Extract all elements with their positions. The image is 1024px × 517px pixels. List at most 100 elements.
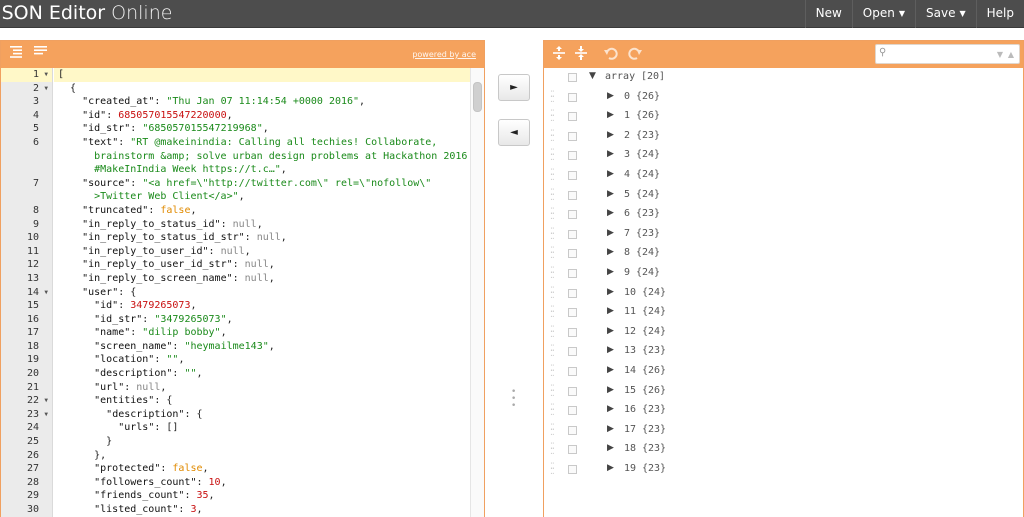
expand-icon[interactable]: ▶ <box>607 443 614 453</box>
expand-icon[interactable]: ▶ <box>607 404 614 414</box>
tree-row[interactable]: ⁚⁚ ⁚⁚ ▶ 3 {24} <box>544 146 1023 166</box>
tree-row[interactable]: ⁚⁚ ⁚⁚ ▶ 19 {23} <box>544 460 1023 480</box>
expand-icon[interactable]: ▶ <box>607 345 614 355</box>
drag-handle-icon[interactable]: ⁚⁚ ⁚⁚ <box>550 208 555 222</box>
context-menu-button[interactable] <box>568 229 577 239</box>
drag-handle-icon[interactable]: ⁚⁚ ⁚⁚ <box>550 384 555 398</box>
undo-icon[interactable] <box>603 46 619 62</box>
drag-handle-icon[interactable]: ⁚⁚ ⁚⁚ <box>550 364 555 378</box>
context-menu-button[interactable] <box>568 406 577 416</box>
compact-icon[interactable] <box>33 46 49 62</box>
drag-handle-icon[interactable]: ⁚⁚ ⁚⁚ <box>550 168 555 182</box>
context-menu-button[interactable] <box>568 190 577 200</box>
fold-toggle-icon[interactable]: ▼ <box>44 82 48 96</box>
save-menu-button[interactable]: Save ▼ <box>915 0 976 28</box>
copy-to-right-button[interactable]: ► <box>498 74 530 101</box>
expand-icon[interactable]: ▶ <box>607 91 614 101</box>
expand-icon[interactable]: ▶ <box>607 228 614 238</box>
fold-toggle-icon[interactable]: ▼ <box>44 286 48 300</box>
context-menu-button[interactable] <box>568 327 577 337</box>
context-menu-button[interactable] <box>568 366 577 376</box>
context-menu-button[interactable] <box>568 445 577 455</box>
tree-row[interactable]: ⁚⁚ ⁚⁚ ▶ 17 {23} <box>544 421 1023 441</box>
drag-handle-icon[interactable]: ⁚⁚ ⁚⁚ <box>550 462 555 476</box>
search-previous-icon[interactable]: ▲ <box>1008 50 1014 59</box>
expand-icon[interactable]: ▶ <box>607 110 614 120</box>
expand-icon[interactable]: ▶ <box>607 463 614 473</box>
powered-by-ace-link[interactable]: powered by ace <box>412 50 476 59</box>
drag-handle-icon[interactable]: ⁚⁚ ⁚⁚ <box>550 110 555 124</box>
context-menu-button[interactable] <box>568 131 577 141</box>
expand-icon[interactable]: ▶ <box>607 306 614 316</box>
tree-row[interactable]: ⁚⁚ ⁚⁚ ▶ 12 {24} <box>544 323 1023 343</box>
tree-row[interactable]: ⁚⁚ ⁚⁚ ▶ 6 {23} <box>544 205 1023 225</box>
tree-row[interactable]: ⁚⁚ ⁚⁚ ▶ 18 {23} <box>544 440 1023 460</box>
drag-handle-icon[interactable]: ⁚⁚ ⁚⁚ <box>550 443 555 457</box>
expand-icon[interactable]: ▶ <box>607 169 614 179</box>
expand-icon[interactable]: ▶ <box>607 208 614 218</box>
tree-row[interactable]: ⁚⁚ ⁚⁚ ▶ 16 {23} <box>544 401 1023 421</box>
tree-root-row[interactable]: ▼ array [20] <box>544 68 1023 88</box>
context-menu-button[interactable] <box>568 92 577 102</box>
drag-handle-icon[interactable]: ⁚⁚ ⁚⁚ <box>550 423 555 437</box>
context-menu-button[interactable] <box>568 425 577 435</box>
drag-handle-icon[interactable]: ⁚⁚ ⁚⁚ <box>550 345 555 359</box>
drag-handle-icon[interactable]: ⁚⁚ ⁚⁚ <box>550 90 555 104</box>
code-area[interactable]: [ { "created_at": "Thu Jan 07 11:14:54 +… <box>54 68 470 517</box>
expand-icon[interactable]: ▶ <box>607 149 614 159</box>
drag-handle-icon[interactable]: ⁚⁚ ⁚⁚ <box>550 325 555 339</box>
context-menu-button[interactable] <box>568 308 577 318</box>
expand-icon[interactable]: ▶ <box>607 189 614 199</box>
expand-icon[interactable]: ▶ <box>607 247 614 257</box>
context-menu-button[interactable] <box>568 347 577 357</box>
fold-toggle-icon[interactable]: ▼ <box>44 408 48 422</box>
drag-handle-icon[interactable]: ⁚⁚ ⁚⁚ <box>550 247 555 261</box>
drag-handle-icon[interactable]: ⁚⁚ ⁚⁚ <box>550 149 555 163</box>
help-menu-button[interactable]: Help <box>975 0 1024 28</box>
expand-icon[interactable]: ▶ <box>607 385 614 395</box>
context-menu-button[interactable] <box>568 386 577 396</box>
context-menu-button[interactable] <box>568 249 577 259</box>
copy-to-left-button[interactable]: ◄ <box>498 119 530 146</box>
fold-toggle-icon[interactable]: ▼ <box>44 394 48 408</box>
expand-icon[interactable]: ▶ <box>607 287 614 297</box>
tree-row[interactable]: ⁚⁚ ⁚⁚ ▶ 10 {24} <box>544 284 1023 304</box>
expand-icon[interactable]: ▶ <box>607 424 614 434</box>
drag-handle-icon[interactable]: ⁚⁚ ⁚⁚ <box>550 286 555 300</box>
context-menu-button[interactable] <box>568 73 577 82</box>
redo-icon[interactable] <box>627 46 643 62</box>
tree-row[interactable]: ⁚⁚ ⁚⁚ ▶ 11 {24} <box>544 303 1023 323</box>
tree-row[interactable]: ⁚⁚ ⁚⁚ ▶ 7 {23} <box>544 225 1023 245</box>
context-menu-button[interactable] <box>568 210 577 220</box>
new-menu-button[interactable]: New <box>804 0 852 28</box>
drag-handle-icon[interactable]: ⁚⁚ ⁚⁚ <box>550 266 555 280</box>
drag-handle-icon[interactable]: ⁚⁚ ⁚⁚ <box>550 404 555 418</box>
tree-row[interactable]: ⁚⁚ ⁚⁚ ▶ 0 {26} <box>544 88 1023 108</box>
expand-icon[interactable]: ▶ <box>607 130 614 140</box>
context-menu-button[interactable] <box>568 170 577 180</box>
tree-row[interactable]: ⁚⁚ ⁚⁚ ▶ 15 {26} <box>544 382 1023 402</box>
expand-all-icon[interactable] <box>551 46 567 62</box>
code-scrollbar[interactable] <box>470 68 484 517</box>
context-menu-button[interactable] <box>568 268 577 278</box>
tree-row[interactable]: ⁚⁚ ⁚⁚ ▶ 4 {24} <box>544 166 1023 186</box>
expand-icon[interactable]: ▶ <box>607 326 614 336</box>
context-menu-button[interactable] <box>568 464 577 474</box>
drag-handle-icon[interactable]: ⁚⁚ ⁚⁚ <box>550 227 555 241</box>
tree-row[interactable]: ⁚⁚ ⁚⁚ ▶ 14 {26} <box>544 362 1023 382</box>
tree-row[interactable]: ⁚⁚ ⁚⁚ ▶ 13 {23} <box>544 342 1023 362</box>
context-menu-button[interactable] <box>568 151 577 161</box>
drag-handle-icon[interactable]: ⁚⁚ ⁚⁚ <box>550 129 555 143</box>
search-next-icon[interactable]: ▼ <box>997 50 1003 59</box>
search-input[interactable]: ⚲ ▼ ▲ <box>875 44 1020 64</box>
tree-row[interactable]: ⁚⁚ ⁚⁚ ▶ 2 {23} <box>544 127 1023 147</box>
tree-row[interactable]: ⁚⁚ ⁚⁚ ▶ 1 {26} <box>544 107 1023 127</box>
format-icon[interactable] <box>9 46 25 62</box>
context-menu-button[interactable] <box>568 112 577 122</box>
open-menu-button[interactable]: Open ▼ <box>851 0 915 28</box>
drag-handle-icon[interactable]: ⁚⁚ ⁚⁚ <box>550 306 555 320</box>
tree-row[interactable]: ⁚⁚ ⁚⁚ ▶ 9 {24} <box>544 264 1023 284</box>
context-menu-button[interactable] <box>568 288 577 298</box>
drag-handle-icon[interactable]: ⁚⁚ ⁚⁚ <box>550 188 555 202</box>
collapse-icon[interactable]: ▼ <box>589 71 596 81</box>
